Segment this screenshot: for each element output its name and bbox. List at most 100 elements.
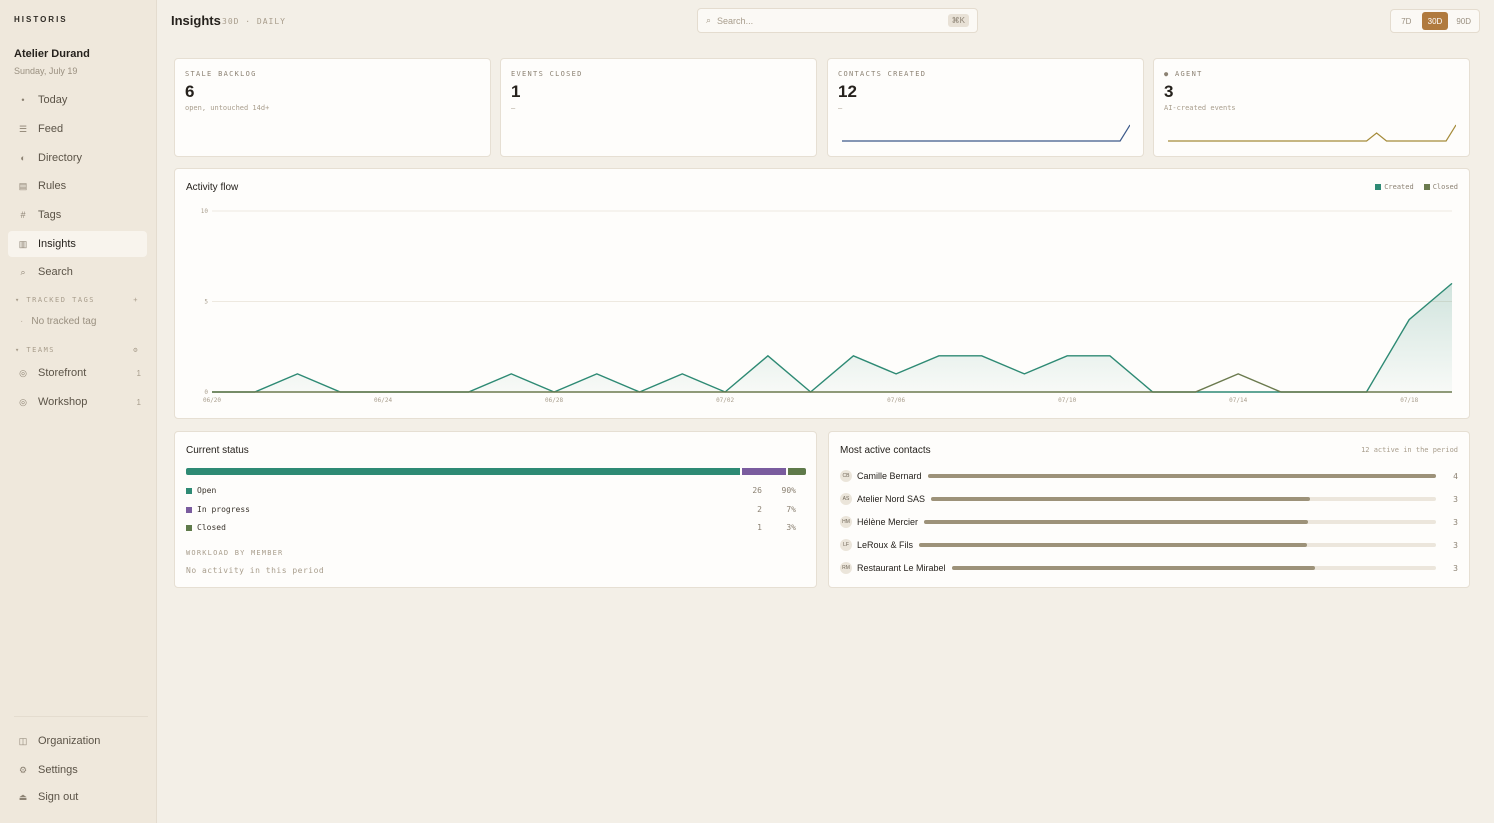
avatar: LF — [840, 539, 852, 551]
kpi-card-agent[interactable]: ● AGENT 3 AI-created events — [1153, 58, 1470, 157]
agent-sparkline — [1168, 124, 1456, 142]
nav-item-feed[interactable]: ☰ Feed — [8, 116, 147, 142]
kpi-label: STALE BACKLOG — [185, 70, 257, 78]
team-label: Storefront — [38, 367, 87, 379]
contact-activity-bar — [931, 497, 1436, 501]
contact-count: 3 — [1453, 517, 1458, 527]
nav-item-sign-out[interactable]: ⏏ Sign out — [8, 784, 147, 810]
contacts-subtitle: 12 active in the period — [1361, 446, 1458, 454]
status-swatch — [186, 506, 192, 513]
status-label: In progress — [197, 505, 250, 514]
nav-label: Organization — [38, 735, 101, 747]
series-area-created — [212, 283, 1452, 392]
status-count: 26 — [752, 486, 762, 495]
workload-empty: No activity in this period — [186, 566, 325, 575]
status-row-open[interactable]: Open 26 90% — [186, 486, 806, 495]
kpi-card-contacts-created[interactable]: CONTACTS CREATED 12 — — [827, 58, 1144, 157]
nav-label: Directory — [38, 152, 83, 164]
status-row-closed[interactable]: Closed 1 3% — [186, 523, 806, 532]
x-tick-label: 06/20 — [203, 397, 221, 404]
range-button-7d[interactable]: 7D — [1393, 12, 1420, 30]
status-count: 2 — [757, 505, 762, 514]
nav-item-tags[interactable]: # Tags — [8, 202, 147, 228]
kpi-value: 1 — [511, 82, 521, 101]
status-pct: 3% — [786, 523, 796, 532]
nav-item-organization[interactable]: ◫ Organization — [8, 728, 147, 754]
rules-icon: ▤ — [18, 180, 28, 191]
contact-activity-fill — [951, 566, 1315, 570]
hash-icon: # — [20, 210, 26, 220]
tracked-tags-label: ▾ TRACKED TAGS — [15, 296, 96, 304]
page-title: Insights — [171, 13, 221, 28]
status-swatch — [186, 524, 192, 531]
range-button-90d[interactable]: 90D — [1450, 12, 1477, 30]
insights-icon: ▥ — [18, 238, 28, 249]
search-placeholder: Search... — [717, 15, 754, 26]
kpi-card-events-closed[interactable]: EVENTS CLOSED 1 — — [500, 58, 817, 157]
x-tick-label: 07/10 — [1058, 397, 1076, 404]
avatar: HM — [840, 516, 852, 528]
organization-icon: ◫ — [18, 735, 28, 746]
org-name[interactable]: Atelier Durand — [14, 48, 90, 60]
contact-row[interactable]: CB Camille Bernard 4 — [840, 468, 1458, 484]
team-item-storefront[interactable]: ◎ Storefront 1 — [8, 360, 147, 386]
teams-section[interactable]: ▾ TEAMS ⚙ — [15, 346, 139, 354]
contact-row[interactable]: LF LeRoux & Fils 3 — [840, 537, 1458, 553]
x-tick-label: 07/18 — [1400, 397, 1418, 404]
contact-row[interactable]: RM Restaurant Le Mirabel 3 — [840, 560, 1458, 576]
current-date: Sunday, July 19 — [14, 66, 78, 76]
nav-label: Sign out — [38, 791, 79, 803]
team-count: 1 — [136, 368, 141, 378]
status-row-in-progress[interactable]: In progress 2 7% — [186, 505, 806, 514]
sidebar: HISTORIS Atelier Durand Sunday, July 19 … — [0, 0, 157, 823]
sidebar-divider — [14, 716, 148, 717]
status-bar-segment — [186, 468, 741, 475]
nav-label: Today — [38, 94, 68, 106]
teams-settings-icon[interactable]: ⚙ — [133, 346, 139, 354]
contact-name: Atelier Nord SAS — [857, 494, 926, 504]
x-tick-label: 07/02 — [716, 397, 734, 404]
contact-row[interactable]: HM Hélène Mercier 3 — [840, 514, 1458, 530]
kpi-sub: — — [511, 104, 516, 112]
contact-name: LeRoux & Fils — [857, 540, 914, 550]
contact-count: 3 — [1453, 494, 1458, 504]
nav-item-search[interactable]: ⌕ Search — [8, 259, 147, 285]
contact-activity-bar — [927, 474, 1436, 478]
add-tag-icon[interactable]: + — [133, 296, 139, 304]
x-tick-label: 07/06 — [887, 397, 905, 404]
kpi-value: 12 — [838, 82, 857, 101]
contact-activity-fill — [919, 543, 1307, 547]
kpi-card-stale-backlog[interactable]: STALE BACKLOG 6 open, untouched 14d+ — [174, 58, 491, 157]
nav-item-directory[interactable]: ◐ Directory — [8, 145, 147, 171]
kpi-label: CONTACTS CREATED — [838, 70, 927, 78]
range-button-30d[interactable]: 30D — [1421, 12, 1449, 30]
brand-logo: HISTORIS — [14, 15, 68, 24]
feed-icon: ☰ — [18, 123, 28, 134]
nav-label: Tags — [38, 209, 62, 221]
most-active-contacts-card: Most active contacts 12 active in the pe… — [828, 431, 1470, 588]
nav-label: Settings — [38, 764, 78, 776]
contact-activity-fill — [927, 474, 1436, 478]
nav-item-settings[interactable]: ⚙ Settings — [8, 757, 147, 783]
dot-icon: • — [21, 95, 25, 105]
contact-activity-fill — [931, 497, 1310, 501]
status-label: Closed — [197, 523, 226, 532]
nav-item-rules[interactable]: ▤ Rules — [8, 173, 147, 199]
nav-item-today[interactable]: • Today — [8, 87, 147, 113]
status-stacked-bar — [186, 468, 806, 475]
status-count: 1 — [757, 523, 762, 532]
status-pct: 90% — [781, 486, 796, 495]
contact-row[interactable]: AS Atelier Nord SAS 3 — [840, 491, 1458, 507]
team-icon: ◎ — [19, 396, 27, 407]
status-pct: 7% — [786, 505, 796, 514]
tracked-tags-section[interactable]: ▾ TRACKED TAGS + — [15, 296, 139, 304]
tracked-tags-empty: · No tracked tag — [20, 316, 97, 327]
avatar: AS — [840, 493, 852, 505]
contact-activity-fill — [924, 520, 1308, 524]
team-item-workshop[interactable]: ◎ Workshop 1 — [8, 389, 147, 415]
activity-chart: 0 5 10 06/20 06/24 06/28 07/02 07/06 07/10 07/14 0… — [201, 208, 1453, 404]
team-label: Workshop — [38, 396, 88, 408]
nav-item-insights[interactable]: ▥ Insights — [8, 231, 147, 257]
workload-label: WORKLOAD BY MEMBER — [186, 549, 284, 557]
search-input[interactable]: ⌕ Search... ⌘K — [697, 8, 978, 33]
